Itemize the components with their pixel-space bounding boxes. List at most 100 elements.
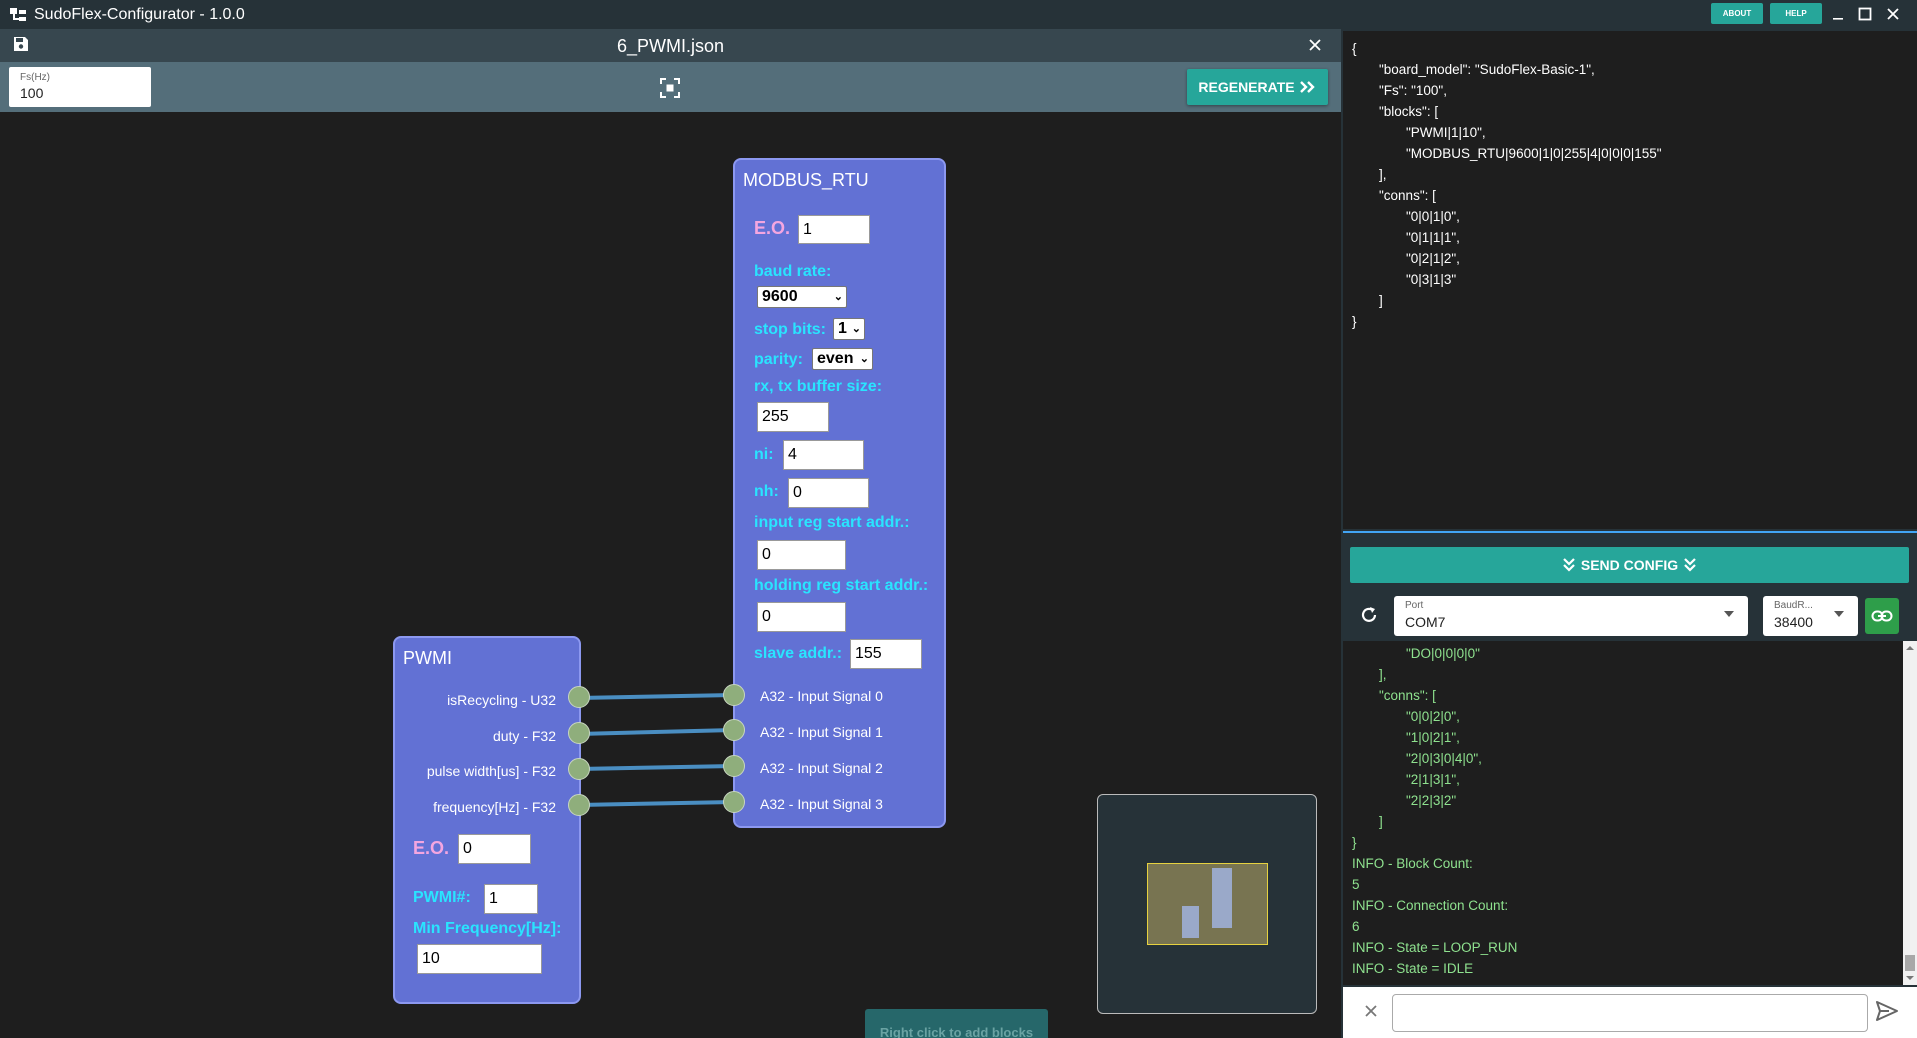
scrollbar-thumb[interactable] — [1905, 955, 1915, 971]
dropdown-arrow-icon — [1834, 611, 1844, 617]
console-line: "0|0|2|0", — [1406, 709, 1460, 724]
baud-rate-select[interactable]: 9600 ⌄ — [757, 286, 847, 308]
wire-0[interactable] — [577, 693, 735, 700]
double-chevron-right-icon — [1299, 81, 1315, 93]
block-canvas[interactable]: MODBUS_RTU E.O. 1 baud rate: 9600 ⌄ stop … — [0, 112, 1341, 1038]
modbus-input-port-0[interactable] — [723, 684, 745, 706]
console-line: "2|2|3|2" — [1406, 793, 1457, 808]
input-port-label: A32 - Input Signal 1 — [760, 724, 883, 740]
fs-input[interactable]: Fs(Hz) 100 — [9, 67, 151, 107]
input-reg-input[interactable]: 0 — [757, 540, 846, 570]
modbus-input-port-2[interactable] — [723, 755, 745, 777]
nh-input[interactable]: 0 — [788, 478, 869, 508]
command-input[interactable] — [1392, 994, 1868, 1032]
modbus-rtu-block[interactable]: MODBUS_RTU E.O. 1 baud rate: 9600 ⌄ stop … — [733, 158, 946, 828]
minimize-icon[interactable] — [1828, 4, 1848, 24]
console-line: INFO - Connection Count: — [1352, 898, 1509, 913]
fit-view-icon[interactable] — [660, 78, 680, 103]
baud-rate-device-select[interactable]: BaudR... 38400 — [1763, 596, 1858, 636]
modbus-input-port-1[interactable] — [723, 719, 745, 741]
scroll-down-icon[interactable] — [1903, 973, 1917, 983]
minimap-viewport[interactable] — [1147, 863, 1268, 945]
parity-value: even — [817, 350, 854, 367]
minimap[interactable] — [1097, 794, 1317, 1014]
fs-value: 100 — [20, 85, 44, 101]
chevron-down-icon: ⌄ — [833, 291, 843, 303]
ni-input[interactable]: 4 — [783, 440, 864, 470]
json-line: "0|2|1|2", — [1406, 251, 1460, 266]
pwmi-output-port-0[interactable] — [568, 686, 590, 708]
refresh-icon[interactable] — [1357, 603, 1381, 627]
json-line: ] — [1379, 293, 1383, 308]
pwmi-block[interactable]: PWMI isRecycling - U32 duty - F32 pulse … — [393, 636, 581, 1004]
buffer-size-input[interactable]: 255 — [757, 402, 829, 432]
window-title: SudoFlex-Configurator - 1.0.0 — [34, 5, 245, 23]
min-frequency-label: Min Frequency[Hz]: — [413, 920, 562, 937]
pwmi-eo-label: E.O. — [413, 838, 450, 858]
console-scrollbar[interactable] — [1903, 641, 1917, 985]
console-line: 5 — [1352, 877, 1360, 892]
nh-label: nh: — [754, 483, 779, 500]
ni-label: ni: — [754, 446, 774, 463]
serial-console: "DO|0|0|0|0" ], "conns": [ "0|0|2|0", "1… — [1343, 641, 1903, 985]
send-icon[interactable] — [1875, 1000, 1901, 1024]
title-bar: SudoFlex-Configurator - 1.0.0 ABOUT HELP — [0, 0, 1917, 29]
input-port-label: A32 - Input Signal 0 — [760, 688, 883, 704]
output-port-label: frequency[Hz] - F32 — [433, 799, 556, 815]
baud-rate-label: baud rate: — [754, 263, 832, 280]
modbus-block-title: MODBUS_RTU — [743, 170, 869, 190]
pwmi-block-title: PWMI — [403, 648, 452, 668]
maximize-icon[interactable] — [1855, 4, 1875, 24]
pwmi-eo-input[interactable]: 0 — [458, 834, 531, 864]
console-line: INFO - State = IDLE — [1352, 961, 1474, 976]
modbus-eo-input[interactable]: 1 — [798, 215, 870, 244]
json-line: "0|1|1|1", — [1406, 230, 1460, 245]
holding-reg-input[interactable]: 0 — [757, 602, 846, 632]
wire-1[interactable] — [577, 728, 735, 736]
pwmi-number-input[interactable]: 1 — [484, 884, 538, 914]
port-value: COM7 — [1405, 614, 1446, 630]
close-file-icon[interactable] — [1308, 38, 1322, 57]
input-port-label: A32 - Input Signal 2 — [760, 760, 883, 776]
json-line: "0|0|1|0", — [1406, 209, 1460, 224]
port-select[interactable]: Port COM7 — [1394, 596, 1748, 636]
pwmi-output-port-3[interactable] — [568, 794, 590, 816]
min-frequency-input[interactable]: 10 — [417, 944, 542, 974]
console-line: "1|0|2|1", — [1406, 730, 1460, 745]
output-port-label: duty - F32 — [492, 728, 556, 744]
dropdown-arrow-icon — [1724, 611, 1734, 617]
help-button[interactable]: HELP — [1770, 3, 1822, 24]
baud-rate-value: 9600 — [762, 288, 798, 305]
send-config-label: SEND CONFIG — [1580, 557, 1679, 573]
wire-2[interactable] — [577, 764, 735, 771]
double-chevron-down-icon — [1684, 558, 1696, 572]
add-blocks-hint: Right click to add blocks — [865, 1009, 1048, 1038]
modbus-input-port-3[interactable] — [723, 791, 745, 813]
about-button[interactable]: ABOUT — [1711, 3, 1763, 24]
json-line: } — [1352, 314, 1357, 329]
stop-bits-select[interactable]: 1 ⌄ — [833, 318, 865, 340]
connect-button[interactable] — [1865, 598, 1899, 634]
editor-header: 6_PWMI.json — [0, 29, 1341, 62]
parity-select[interactable]: even ⌄ — [812, 348, 873, 370]
regenerate-label: REGENERATE — [1198, 79, 1295, 95]
json-line: ], — [1379, 167, 1387, 182]
pwmi-number-label: PWMI#: — [413, 889, 471, 906]
json-line: "PWMI|1|10", — [1406, 125, 1486, 140]
slave-addr-input[interactable]: 155 — [850, 639, 922, 669]
clear-icon[interactable] — [1360, 1000, 1382, 1022]
json-line: "board_model": "SudoFlex-Basic-1", — [1379, 62, 1595, 77]
panel-divider[interactable] — [1343, 531, 1917, 533]
console-line: INFO - Block Count: — [1352, 856, 1473, 871]
console-line: "2|0|3|0|4|0", — [1406, 751, 1482, 766]
console-line: } — [1352, 835, 1357, 850]
fs-label: Fs(Hz) — [20, 72, 50, 83]
pwmi-output-port-1[interactable] — [568, 722, 590, 744]
close-window-icon[interactable] — [1883, 4, 1903, 24]
pwmi-output-port-2[interactable] — [568, 758, 590, 780]
wire-3[interactable] — [577, 800, 735, 807]
scroll-up-icon[interactable] — [1903, 643, 1917, 653]
regenerate-button[interactable]: REGENERATE — [1187, 69, 1328, 105]
console-line: ] — [1379, 814, 1383, 829]
send-config-button[interactable]: SEND CONFIG — [1350, 547, 1909, 583]
